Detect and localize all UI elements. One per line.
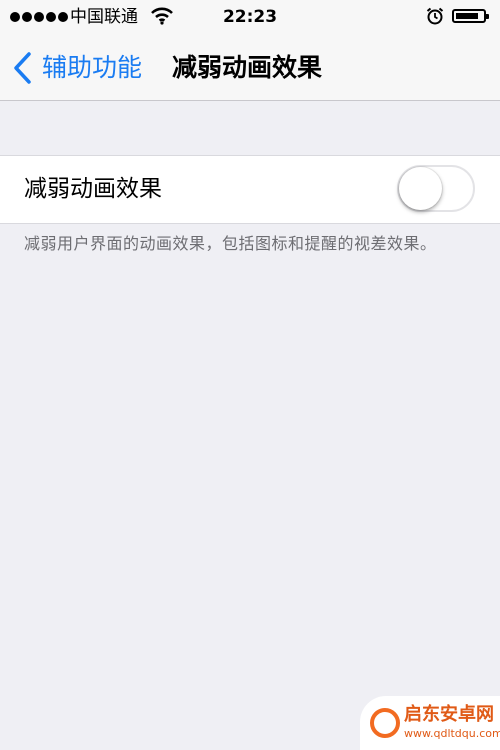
watermark-title: 启东安卓网 bbox=[404, 704, 494, 725]
status-time: 22:23 bbox=[222, 7, 278, 27]
back-button-label: 辅助功能 bbox=[42, 53, 143, 82]
navigation-bar: 辅助功能 减弱动画效果 bbox=[0, 36, 500, 101]
battery-icon bbox=[452, 9, 489, 23]
page-title: 减弱动画效果 bbox=[172, 53, 323, 82]
reduce-motion-toggle[interactable] bbox=[397, 165, 475, 212]
watermark-circle-icon bbox=[370, 708, 400, 738]
alarm-icon bbox=[426, 7, 444, 29]
status-bar: 中国联通 22:23 bbox=[0, 0, 500, 36]
reduce-motion-cell: 减弱动画效果 bbox=[0, 155, 500, 224]
back-button[interactable]: 辅助功能 bbox=[12, 50, 142, 86]
watermark-logo: 启东安卓网 www.qdltdqu.com bbox=[360, 696, 500, 750]
setting-description: 减弱用户界面的动画效果，包括图标和提醒的视差效果。 bbox=[24, 234, 437, 253]
toggle-knob bbox=[399, 167, 442, 210]
setting-label: 减弱动画效果 bbox=[24, 176, 162, 202]
chevron-left-icon bbox=[14, 52, 31, 84]
watermark-url: www.qdltdqu.com bbox=[404, 727, 500, 740]
